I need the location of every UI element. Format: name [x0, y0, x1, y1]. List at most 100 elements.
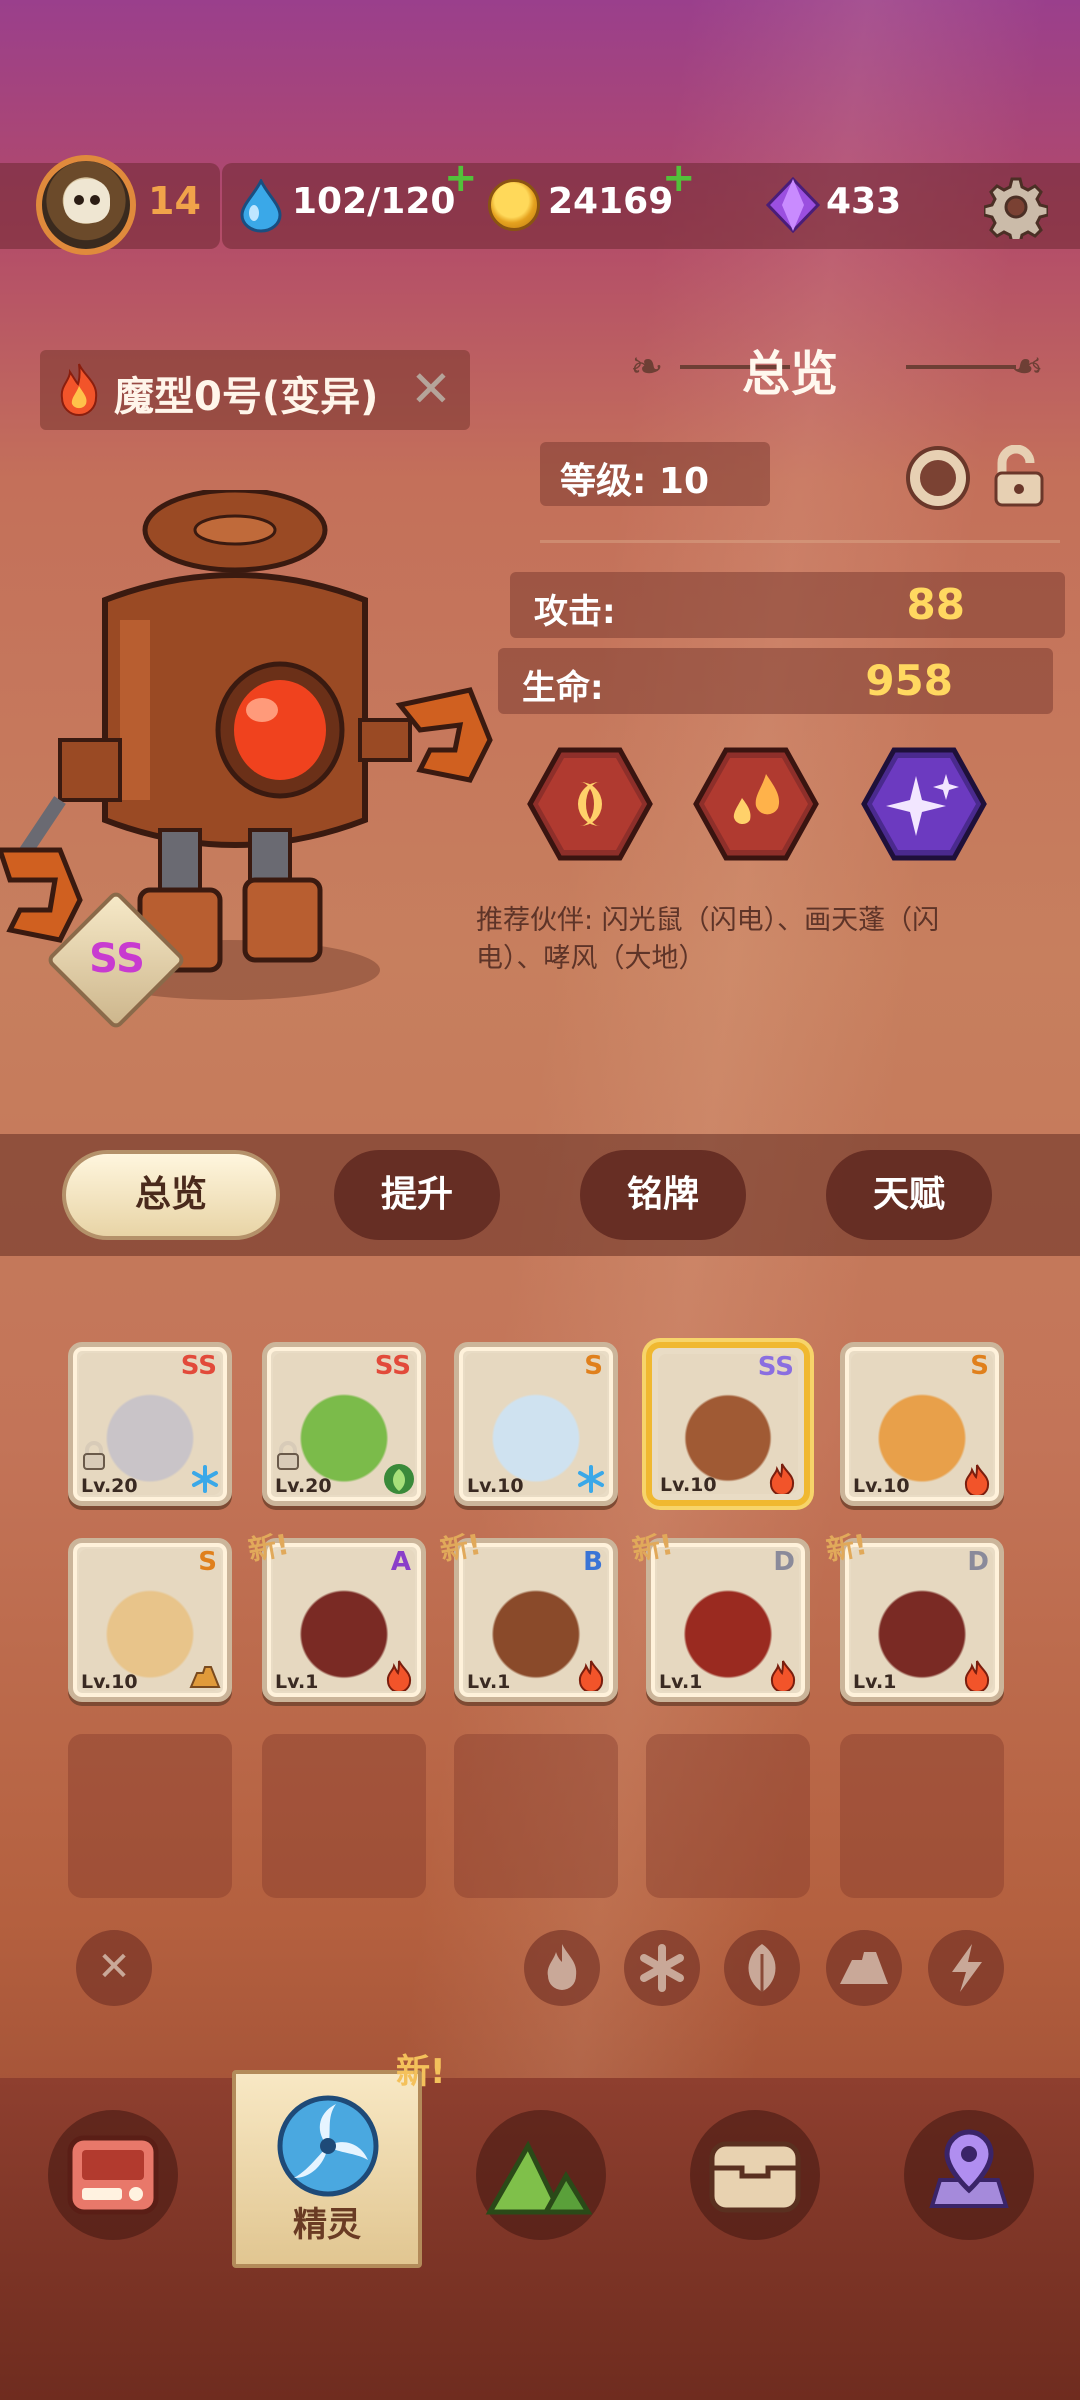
creature-rank-badge: B [583, 1547, 603, 1577]
tab-overview[interactable]: 总览 [62, 1150, 280, 1240]
creature-level: Lv.1 [853, 1671, 897, 1693]
moon-crescent-skill-icon[interactable] [526, 746, 654, 862]
lock-icon [275, 1441, 301, 1471]
stamina-value: 102/120 [292, 181, 456, 222]
creature-level: Lv.20 [275, 1475, 332, 1497]
chest-icon[interactable] [690, 2110, 820, 2240]
player-avatar[interactable] [36, 155, 136, 255]
fire-element-icon [383, 1659, 415, 1693]
creature-rank-badge: S [584, 1351, 603, 1381]
tab-nameplate[interactable]: 铭牌 [580, 1150, 746, 1240]
creature-name: 魔型0号(变异) [114, 374, 379, 420]
sparkle-skill-icon[interactable] [860, 746, 988, 862]
coin-value: 24169 [548, 181, 674, 222]
mountain-icon[interactable] [476, 2110, 606, 2240]
fire-icon [60, 363, 98, 416]
earth-element-icon [189, 1659, 221, 1691]
hp-label: 生命: [522, 668, 604, 708]
tab-talent[interactable]: 天赋 [826, 1150, 992, 1240]
creature-rank-badge: S [970, 1351, 989, 1381]
creature-level: Lv.10 [660, 1474, 717, 1496]
empty-slot[interactable] [262, 1734, 426, 1898]
add-stamina-button[interactable]: + [444, 155, 478, 201]
coin-icon [488, 179, 540, 231]
creature-card[interactable]: SS Lv.20 [68, 1342, 232, 1506]
creature-card[interactable]: SS Lv.20 [262, 1342, 426, 1506]
ice-element-icon [575, 1463, 607, 1495]
leaf-element-icon [383, 1463, 415, 1495]
level-plate: 等级: 10 [540, 442, 770, 506]
recommended-partners: 推荐伙伴: 闪光鼠（闪电）、画天蓬（闪电）、哮风（大地） [476, 905, 940, 974]
creature-level: Lv.1 [467, 1671, 511, 1693]
ornament-left-icon: ❧ [630, 344, 664, 390]
fire-element-icon [961, 1463, 993, 1497]
gem-value: 433 [826, 181, 902, 222]
new-tag: 新! [629, 1527, 676, 1568]
hp-value: 958 [865, 656, 953, 705]
attack-label: 攻击: [534, 592, 616, 632]
lightning-filter-icon[interactable] [928, 1930, 1004, 2006]
console-icon[interactable] [48, 2110, 178, 2240]
creature-rank-badge: D [967, 1547, 989, 1577]
water-drop-icon [240, 179, 282, 233]
resource-bar: 14 102/120 + 24169 + 433 [0, 155, 1080, 255]
new-tag: 新! [823, 1527, 870, 1568]
lock-icon [81, 1441, 107, 1471]
clear-filter-icon[interactable]: ✕ [76, 1930, 152, 2006]
add-coins-button[interactable]: + [662, 155, 696, 201]
player-level: 14 [148, 179, 201, 223]
empty-slot[interactable] [840, 1734, 1004, 1898]
empty-slot[interactable] [68, 1734, 232, 1898]
earth-filter-icon[interactable] [826, 1930, 902, 2006]
ice-element-icon [189, 1463, 221, 1495]
creature-rank-badge: S [198, 1547, 217, 1577]
fire-filter-icon[interactable] [524, 1930, 600, 2006]
close-icon[interactable]: ✕ [410, 360, 452, 418]
gem-icon [766, 177, 820, 233]
creature-level: Lv.10 [467, 1475, 524, 1497]
creature-level: Lv.1 [659, 1671, 703, 1693]
creature-card[interactable]: S Lv.10 [840, 1342, 1004, 1506]
unlock-icon[interactable] [990, 445, 1048, 509]
creature-level: Lv.10 [853, 1475, 910, 1497]
creature-rank-badge: D [773, 1547, 795, 1577]
level-label: 等级: 10 [560, 461, 710, 502]
new-badge: 新! [396, 2052, 446, 2092]
overview-title: 总览 [741, 346, 839, 402]
creature-rank: SS [89, 936, 145, 982]
creature-card[interactable]: S Lv.10 [454, 1342, 618, 1506]
creature-rank-badge: SS [757, 1352, 794, 1382]
fire-element-icon [575, 1659, 607, 1693]
hp-row: 生命: 958 [498, 648, 1053, 714]
map-pin-icon[interactable] [904, 2110, 1034, 2240]
attack-value: 88 [906, 580, 965, 629]
creature-card[interactable]: SS Lv.10 [646, 1342, 810, 1506]
nav-spirit-label: 精灵 [293, 2205, 361, 2245]
favorite-ring-button[interactable] [910, 450, 966, 506]
fire-element-icon [961, 1659, 993, 1693]
fire-drops-skill-icon[interactable] [692, 746, 820, 862]
spirit-icon [277, 2095, 379, 2197]
skull-icon [64, 179, 110, 223]
creature-level: Lv.20 [81, 1475, 138, 1497]
creature-level: Lv.10 [81, 1671, 138, 1693]
empty-slot[interactable] [454, 1734, 618, 1898]
fire-element-icon [767, 1659, 799, 1693]
creature-rank-badge: A [390, 1547, 411, 1577]
new-tag: 新! [437, 1527, 484, 1568]
new-tag: 新! [245, 1527, 292, 1568]
fire-element-icon [766, 1462, 798, 1496]
gear-icon[interactable] [984, 175, 1048, 239]
leaf-filter-icon[interactable] [724, 1930, 800, 2006]
creature-rank-badge: SS [180, 1351, 217, 1381]
nav-spirit[interactable]: 精灵 [232, 2070, 422, 2268]
creature-card[interactable]: S Lv.10 [68, 1538, 232, 1702]
ornament-right-icon: ❧ [1010, 344, 1044, 390]
ice-filter-icon[interactable] [624, 1930, 700, 2006]
tab-upgrade[interactable]: 提升 [334, 1150, 500, 1240]
creature-level: Lv.1 [275, 1671, 319, 1693]
creature-name-plate: 魔型0号(变异) ✕ [40, 350, 470, 430]
creature-rank-badge: SS [374, 1351, 411, 1381]
attack-row: 攻击: 88 [510, 572, 1065, 638]
empty-slot[interactable] [646, 1734, 810, 1898]
